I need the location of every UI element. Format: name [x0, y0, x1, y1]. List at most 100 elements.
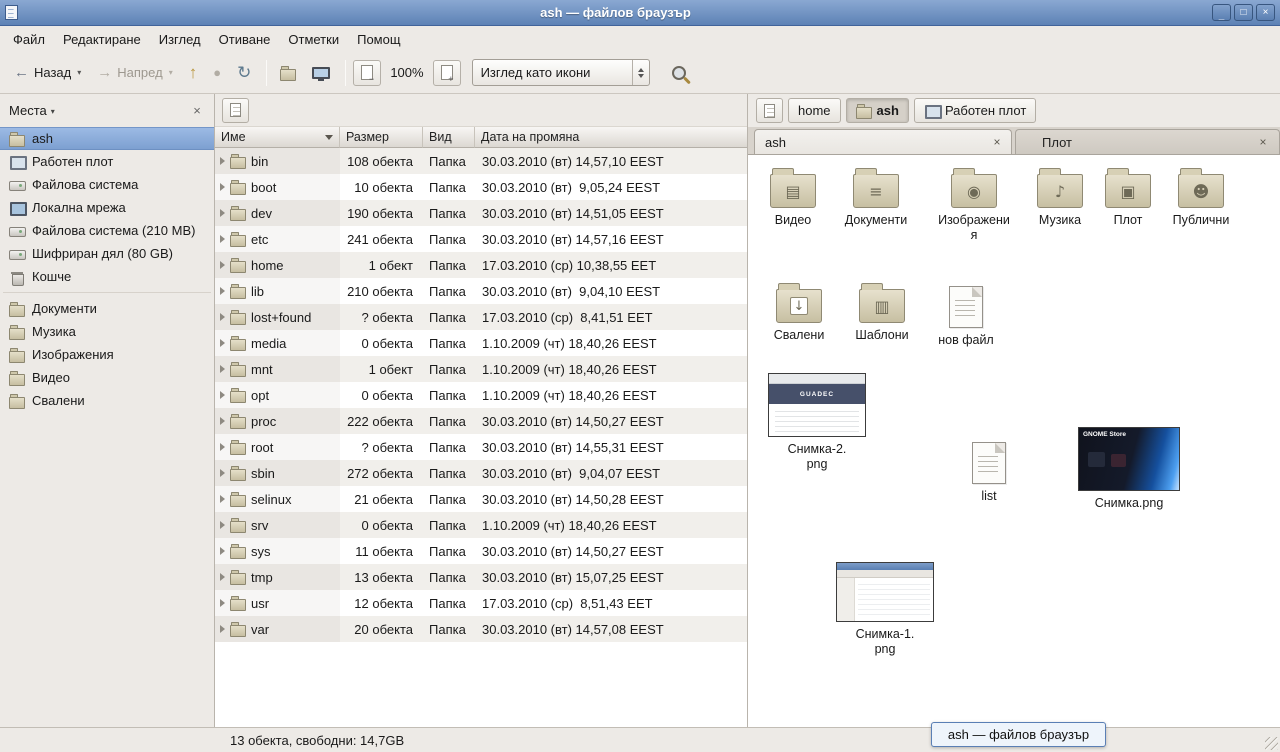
expander-icon[interactable] [220, 599, 225, 607]
column-header[interactable]: Дата на промяна [475, 127, 747, 148]
menu-item[interactable]: Изглед [150, 26, 210, 52]
expander-icon[interactable] [220, 365, 225, 373]
file-icon-item[interactable]: ▥Шаблони [842, 282, 922, 343]
breadcrumb-ash[interactable]: ash [846, 98, 909, 123]
table-row[interactable]: opt0 обектаПапка1.10.2009 (чт) 18,40,26 … [215, 382, 747, 408]
expander-icon[interactable] [220, 417, 225, 425]
sidebar-item[interactable]: Работен плот [0, 150, 214, 173]
file-icon-item[interactable]: Снимка-1.png [835, 562, 935, 657]
file-icon-item[interactable]: ▣Плот [1088, 167, 1168, 228]
expander-icon[interactable] [220, 547, 225, 555]
maximize-button[interactable]: □ [1234, 4, 1253, 21]
close-button[interactable]: × [1256, 4, 1275, 21]
stop-button[interactable]: ● [206, 61, 228, 84]
expander-icon[interactable] [220, 521, 225, 529]
sidebar-item[interactable]: Файлова система [0, 173, 214, 196]
expander-icon[interactable] [220, 261, 225, 269]
file-icon-item[interactable]: ↓Свалени [759, 282, 839, 343]
view-mode-select[interactable]: Изглед като икони [472, 59, 650, 86]
expander-icon[interactable] [220, 443, 225, 451]
table-row[interactable]: tmp13 обектаПапка30.03.2010 (вт) 15,07,2… [215, 564, 747, 590]
zoom-in-button[interactable] [433, 60, 461, 86]
reload-button[interactable]: ↻ [230, 59, 258, 86]
window-list-tooltip[interactable]: ash — файлов браузър [931, 722, 1106, 747]
table-row[interactable]: boot10 обектаПапка30.03.2010 (вт) 9,05,2… [215, 174, 747, 200]
file-icon-item[interactable]: GUADECСнимка-2.png [767, 373, 867, 472]
table-row[interactable]: usr12 обектаПапка17.03.2010 (ср) 8,51,43… [215, 590, 747, 616]
table-row[interactable]: srv0 обектаПапка1.10.2009 (чт) 18,40,26 … [215, 512, 747, 538]
file-icon-item[interactable]: GNOME StoreСнимка.png [1077, 427, 1181, 511]
sidebar-item[interactable]: Файлова система (210 MB) [0, 219, 214, 242]
sidebar-item[interactable]: Свалени [0, 389, 214, 412]
table-row[interactable]: sys11 обектаПапка30.03.2010 (вт) 14,50,2… [215, 538, 747, 564]
expander-icon[interactable] [220, 183, 225, 191]
table-row[interactable]: var20 обектаПапка30.03.2010 (вт) 14,57,0… [215, 616, 747, 642]
table-row[interactable]: root? обектаПапка30.03.2010 (вт) 14,55,3… [215, 434, 747, 460]
file-icon-item[interactable]: нов файл [926, 282, 1006, 348]
table-row[interactable]: lib210 обектаПапка30.03.2010 (вт) 9,04,1… [215, 278, 747, 304]
file-icon-item[interactable]: ≡Документи [836, 167, 916, 228]
table-row[interactable]: bin108 обектаПапка30.03.2010 (вт) 14,57,… [215, 148, 747, 174]
search-button[interactable] [662, 58, 696, 88]
expander-icon[interactable] [220, 391, 225, 399]
table-row[interactable]: mnt1 обектПапка1.10.2009 (чт) 18,40,26 E… [215, 356, 747, 382]
table-row[interactable]: selinux21 обектаПапка30.03.2010 (вт) 14,… [215, 486, 747, 512]
location-toggle-button[interactable] [222, 98, 249, 123]
minimize-button[interactable]: _ [1212, 4, 1231, 21]
expander-icon[interactable] [220, 625, 225, 633]
forward-button[interactable]: → Напред ▾ [90, 60, 179, 85]
sidebar-close-button[interactable]: × [189, 103, 205, 118]
sidebar-item[interactable]: Видео [0, 366, 214, 389]
breadcrumb-desktop[interactable]: Работен плот [914, 98, 1036, 123]
expander-icon[interactable] [220, 157, 225, 165]
expander-icon[interactable] [220, 573, 225, 581]
table-row[interactable]: sbin272 обектаПапка30.03.2010 (вт) 9,04,… [215, 460, 747, 486]
table-row[interactable]: lost+found? обектаПапка17.03.2010 (ср) 8… [215, 304, 747, 330]
expander-icon[interactable] [220, 469, 225, 477]
table-row[interactable]: proc222 обектаПапка30.03.2010 (вт) 14,50… [215, 408, 747, 434]
resize-grip[interactable] [1265, 737, 1278, 750]
icon-view[interactable]: ▤Видео≡Документи◉Изображения♪Музика▣Плот… [748, 155, 1280, 727]
path-root-button[interactable] [756, 98, 783, 123]
tab-close-icon[interactable]: × [1255, 134, 1271, 150]
menu-item[interactable]: Отметки [279, 26, 348, 52]
sidebar-item[interactable]: Локална мрежа [0, 196, 214, 219]
up-button[interactable]: ↑ [182, 59, 205, 86]
column-header[interactable]: Размер [340, 127, 423, 148]
sidebar-item[interactable]: Шифриран дял (80 GB) [0, 242, 214, 265]
file-icon-item[interactable]: ▤Видео [753, 167, 833, 228]
expander-icon[interactable] [220, 313, 225, 321]
back-button[interactable]: ← Назад ▾ [7, 60, 88, 85]
file-icon-item[interactable]: ☻Публични [1161, 167, 1241, 228]
menu-item[interactable]: Помощ [348, 26, 409, 52]
sidebar-item[interactable]: Изображения [0, 343, 214, 366]
titlebar[interactable]: ash — файлов браузър _ □ × [0, 0, 1280, 26]
menu-item[interactable]: Файл [4, 26, 54, 52]
tab-close-icon[interactable]: × [989, 134, 1005, 150]
sidebar-item[interactable]: Документи [0, 297, 214, 320]
menu-item[interactable]: Редактиране [54, 26, 150, 52]
chevron-down-icon[interactable]: ▾ [51, 107, 55, 116]
computer-button[interactable] [305, 62, 337, 84]
expander-icon[interactable] [220, 287, 225, 295]
table-row[interactable]: etc241 обектаПапка30.03.2010 (вт) 14,57,… [215, 226, 747, 252]
zoom-out-button[interactable] [353, 60, 381, 86]
sidebar-item[interactable]: ash [0, 127, 214, 150]
menu-item[interactable]: Отиване [210, 26, 280, 52]
table-row[interactable]: media0 обектаПапка1.10.2009 (чт) 18,40,2… [215, 330, 747, 356]
tab-desktop[interactable]: Плот × [1015, 129, 1280, 154]
expander-icon[interactable] [220, 495, 225, 503]
expander-icon[interactable] [220, 339, 225, 347]
sidebar-item[interactable]: Музика [0, 320, 214, 343]
sidebar-title[interactable]: Места [9, 103, 47, 118]
column-header[interactable]: Име [215, 127, 340, 148]
expander-icon[interactable] [220, 235, 225, 243]
sidebar-item[interactable]: Кошче [0, 265, 214, 288]
file-icon-item[interactable]: ◉Изображения [934, 167, 1014, 243]
table-row[interactable]: home1 обектПапка17.03.2010 (ср) 10,38,55… [215, 252, 747, 278]
tab-ash[interactable]: ash × [754, 129, 1012, 154]
home-button[interactable] [273, 60, 303, 86]
table-row[interactable]: dev190 обектаПапка30.03.2010 (вт) 14,51,… [215, 200, 747, 226]
breadcrumb-home[interactable]: home [788, 98, 841, 123]
column-header[interactable]: Вид [423, 127, 475, 148]
